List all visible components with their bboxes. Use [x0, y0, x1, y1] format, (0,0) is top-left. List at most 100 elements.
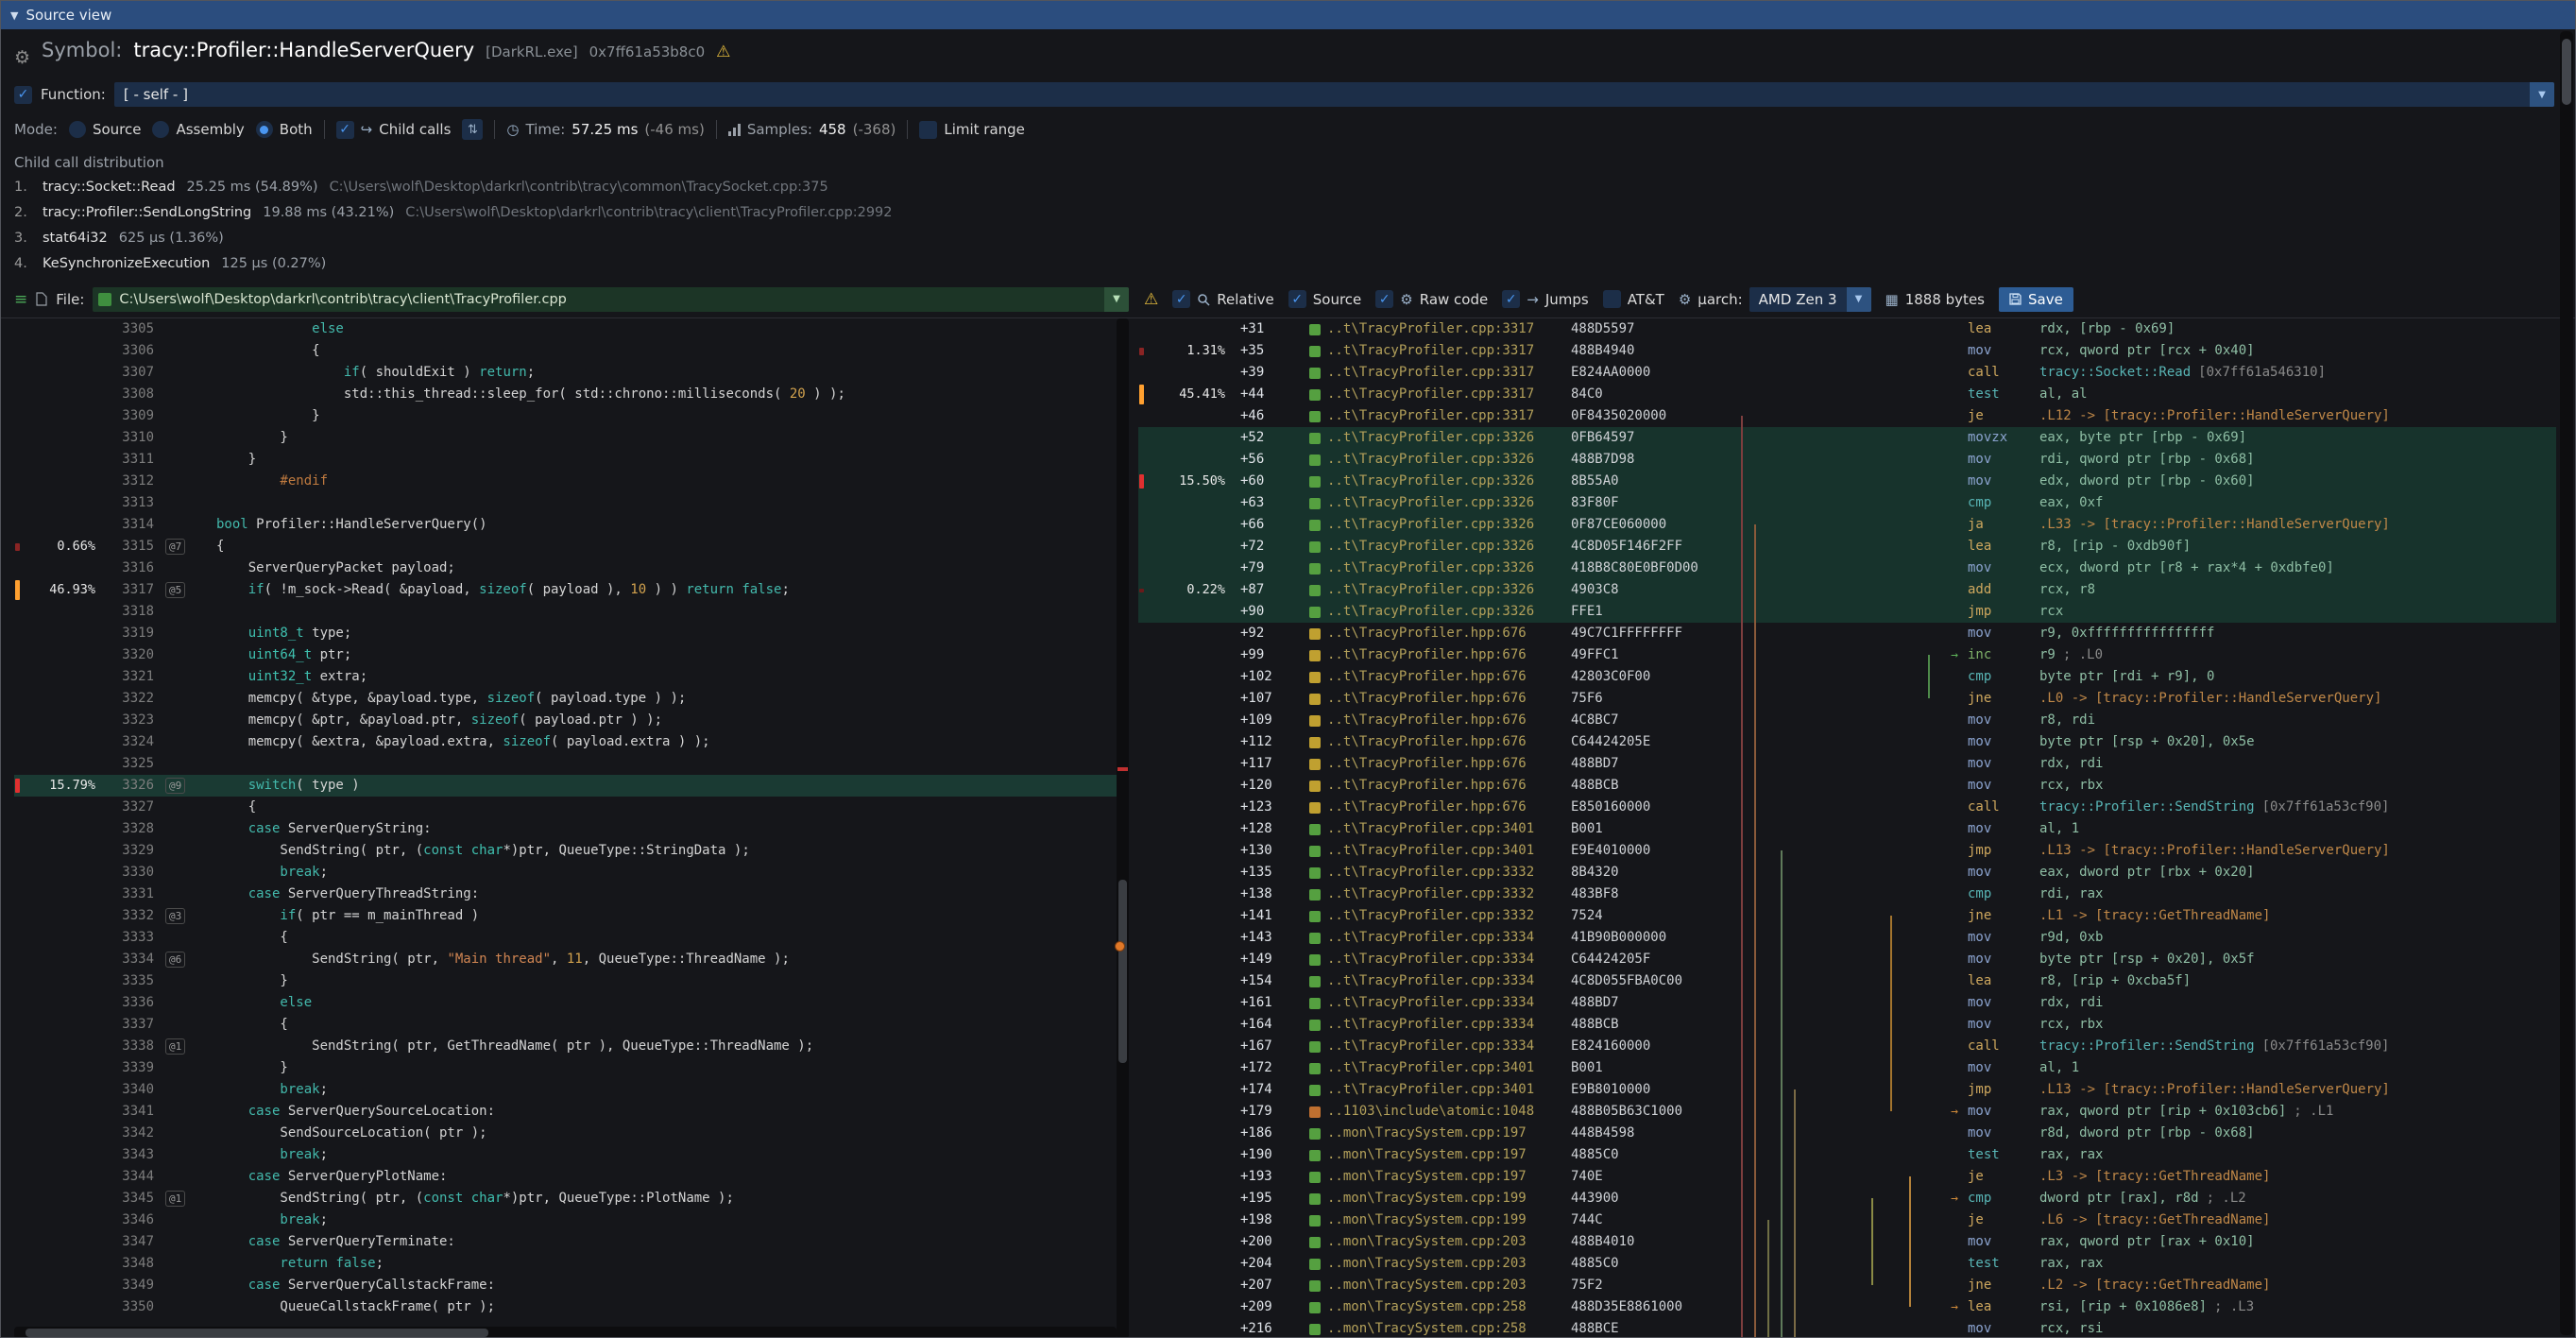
line-number[interactable]: 3337 [103, 1014, 165, 1036]
limit-range-checkbox[interactable] [919, 121, 937, 139]
asm-row[interactable]: +66..t\TracyProfiler.cpp:33260F87CE06000… [1138, 514, 2556, 536]
line-number[interactable]: 3313 [103, 492, 165, 514]
asm-row[interactable]: +141..t\TracyProfiler.cpp:33327524jne.L1… [1138, 905, 2556, 927]
asm-row[interactable]: +72..t\TracyProfiler.cpp:33264C8D05F146F… [1138, 536, 2556, 558]
jump-target[interactable]: .L33 -> [tracy::Profiler::HandleServerQu… [2039, 517, 2390, 532]
line-number[interactable]: 3310 [103, 427, 165, 449]
jump-target[interactable]: .L2 -> [tracy::GetThreadName] [2039, 1278, 2270, 1293]
asm-source-location[interactable]: ..t\TracyProfiler.hpp:676 [1327, 623, 1571, 644]
asm-source-location[interactable]: ..t\TracyProfiler.cpp:3317 [1327, 340, 1571, 362]
child-call-item[interactable]: 2. tracy::Profiler::SendLongString 19.88… [14, 200, 2562, 226]
asm-source-location[interactable]: ..t\TracyProfiler.cpp:3334 [1327, 1014, 1571, 1036]
asm-row[interactable]: +172..t\TracyProfiler.cpp:3401B001moval,… [1138, 1057, 2556, 1079]
asm-source-location[interactable]: ..t\TracyProfiler.cpp:3332 [1327, 905, 1571, 927]
asm-row[interactable]: +90..t\TracyProfiler.cpp:3326FFE1jmprcx [1138, 601, 2556, 623]
jump-target[interactable]: tracy::Socket::Read [2039, 365, 2191, 380]
line-number[interactable]: 3326 [103, 775, 165, 797]
source-checkbox[interactable]: ✓ [1288, 290, 1306, 308]
source-horizontal-scrollbar[interactable] [14, 1327, 1117, 1338]
source-line[interactable]: 3322memcpy( &type, &payload.type, sizeof… [14, 688, 1117, 710]
asm-row[interactable]: +193..mon\TracySystem.cpp:197740Eje.L3 -… [1138, 1166, 2556, 1188]
source-line[interactable]: 3329SendString( ptr, (const char*)ptr, Q… [14, 840, 1117, 862]
asm-source-location[interactable]: ..t\TracyProfiler.cpp:3326 [1327, 471, 1571, 492]
jump-target[interactable]: .L3 -> [tracy::GetThreadName] [2039, 1169, 2270, 1184]
line-number[interactable]: 3311 [103, 449, 165, 471]
asm-row[interactable]: +204..mon\TracySystem.cpp:2034885C0testr… [1138, 1253, 2556, 1275]
jump-target[interactable]: .L6 -> [tracy::GetThreadName] [2039, 1212, 2270, 1227]
source-line[interactable]: 3349case ServerQueryCallstackFrame: [14, 1275, 1117, 1296]
asm-row[interactable]: +112..t\TracyProfiler.hpp:676C64424205Em… [1138, 731, 2556, 753]
line-number[interactable]: 3343 [103, 1144, 165, 1166]
asm-row[interactable]: +207..mon\TracySystem.cpp:20375F2jne.L2 … [1138, 1275, 2556, 1296]
source-vertical-scrollbar[interactable] [1117, 318, 1129, 1338]
asm-source-location[interactable]: ..mon\TracySystem.cpp:203 [1327, 1275, 1571, 1296]
jumps-toggle[interactable]: ✓ → Jumps [1502, 290, 1588, 308]
asm-row[interactable]: +52..t\TracyProfiler.cpp:33260FB64597mov… [1138, 427, 2556, 449]
asm-source-location[interactable]: ..t\TracyProfiler.hpp:676 [1327, 666, 1571, 688]
window-scrollbar[interactable] [2560, 31, 2573, 1335]
chevron-down-icon[interactable]: ▼ [1104, 287, 1129, 312]
source-line[interactable]: 3314bool Profiler::HandleServerQuery() [14, 514, 1117, 536]
asm-row[interactable]: +79..t\TracyProfiler.cpp:3326418B8C80E0B… [1138, 558, 2556, 579]
line-number[interactable]: 3324 [103, 731, 165, 753]
chevron-down-icon[interactable]: ▼ [1847, 287, 1871, 312]
asm-row[interactable]: 15.50%+60..t\TracyProfiler.cpp:33268B55A… [1138, 471, 2556, 492]
jump-target[interactable]: .L1 -> [tracy::GetThreadName] [2039, 908, 2270, 923]
asm-row[interactable]: +128..t\TracyProfiler.cpp:3401B001moval,… [1138, 818, 2556, 840]
asm-source-location[interactable]: ..t\TracyProfiler.cpp:3401 [1327, 840, 1571, 862]
file-combo[interactable]: C:\Users\wolf\Desktop\darkrl\contrib\tra… [93, 287, 1129, 312]
asm-source-location[interactable]: ..mon\TracySystem.cpp:199 [1327, 1188, 1571, 1209]
asm-source-location[interactable]: ..t\TracyProfiler.hpp:676 [1327, 644, 1571, 666]
line-number[interactable]: 3307 [103, 362, 165, 384]
source-line[interactable]: 3342SendSourceLocation( ptr ); [14, 1123, 1117, 1144]
asm-source-location[interactable]: ..t\TracyProfiler.cpp:3326 [1327, 536, 1571, 558]
asm-row[interactable]: +46..t\TracyProfiler.cpp:33170F843502000… [1138, 405, 2556, 427]
asm-source-location[interactable]: ..t\TracyProfiler.cpp:3334 [1327, 992, 1571, 1014]
window-titlebar[interactable]: ▼ Source view [1, 1, 2575, 29]
asm-source-location[interactable]: ..mon\TracySystem.cpp:199 [1327, 1209, 1571, 1231]
line-number[interactable]: 3327 [103, 797, 165, 818]
asm-row[interactable]: +102..t\TracyProfiler.hpp:67642803C0F00c… [1138, 666, 2556, 688]
mode-option-both[interactable]: Both [256, 121, 313, 138]
line-number[interactable]: 3344 [103, 1166, 165, 1188]
source-line[interactable]: 3305else [14, 318, 1117, 340]
source-line[interactable]: 3347case ServerQueryTerminate: [14, 1231, 1117, 1253]
source-line[interactable]: 3306{ [14, 340, 1117, 362]
asm-row[interactable]: 1.31%+35..t\TracyProfiler.cpp:3317488B49… [1138, 340, 2556, 362]
line-number[interactable]: 3315 [103, 536, 165, 558]
source-line[interactable]: 3344case ServerQueryPlotName: [14, 1166, 1117, 1188]
asm-row[interactable]: +195..mon\TracySystem.cpp:199443900→cmpd… [1138, 1188, 2556, 1209]
asm-source-location[interactable]: ..t\TracyProfiler.cpp:3317 [1327, 384, 1571, 405]
source-line[interactable]: 3348return false; [14, 1253, 1117, 1275]
asm-row[interactable]: +190..mon\TracySystem.cpp:1974885C0testr… [1138, 1144, 2556, 1166]
child-call-item[interactable]: 4. KeSynchronizeExecution 125 µs (0.27%) [14, 251, 2562, 277]
asm-source-location[interactable]: ..t\TracyProfiler.cpp:3326 [1327, 514, 1571, 536]
source-line[interactable]: 3346break; [14, 1209, 1117, 1231]
source-line[interactable]: 3325 [14, 753, 1117, 775]
asm-source-location[interactable]: ..t\TracyProfiler.cpp:3334 [1327, 927, 1571, 949]
asm-source-location[interactable]: ..mon\TracySystem.cpp:258 [1327, 1318, 1571, 1338]
mode-option-assembly[interactable]: Assembly [152, 121, 244, 138]
line-number[interactable]: 3347 [103, 1231, 165, 1253]
child-calls-toggle[interactable]: ✓ ↪ Child calls [336, 121, 452, 139]
source-line[interactable]: 3328case ServerQueryString: [14, 818, 1117, 840]
line-number[interactable]: 3328 [103, 818, 165, 840]
source-line[interactable]: 3311} [14, 449, 1117, 471]
source-line[interactable]: 3319uint8_t type; [14, 623, 1117, 644]
line-number[interactable]: 3345 [103, 1188, 165, 1209]
line-number[interactable]: 3332 [103, 905, 165, 927]
asm-row[interactable]: +164..t\TracyProfiler.cpp:3334488BCBmovr… [1138, 1014, 2556, 1036]
asm-source-location[interactable]: ..t\TracyProfiler.cpp:3317 [1327, 405, 1571, 427]
asm-row[interactable]: +209..mon\TracySystem.cpp:258488D35E8861… [1138, 1296, 2556, 1318]
asm-row[interactable]: +123..t\TracyProfiler.hpp:676E850160000c… [1138, 797, 2556, 818]
source-line[interactable]: 3340break; [14, 1079, 1117, 1101]
asm-source-location[interactable]: ..t\TracyProfiler.hpp:676 [1327, 753, 1571, 775]
source-line[interactable]: 0.66%3315@7{ [14, 536, 1117, 558]
line-number[interactable]: 3323 [103, 710, 165, 731]
child-call-item[interactable]: 3. stat64i32 625 µs (1.36%) [14, 226, 2562, 251]
asm-row[interactable]: +39..t\TracyProfiler.cpp:3317E824AA0000c… [1138, 362, 2556, 384]
asm-row[interactable]: +154..t\TracyProfiler.cpp:33344C8D055FBA… [1138, 970, 2556, 992]
limit-range-toggle[interactable]: Limit range [919, 121, 1025, 139]
line-number[interactable]: 3320 [103, 644, 165, 666]
asm-row[interactable]: +167..t\TracyProfiler.cpp:3334E824160000… [1138, 1036, 2556, 1057]
